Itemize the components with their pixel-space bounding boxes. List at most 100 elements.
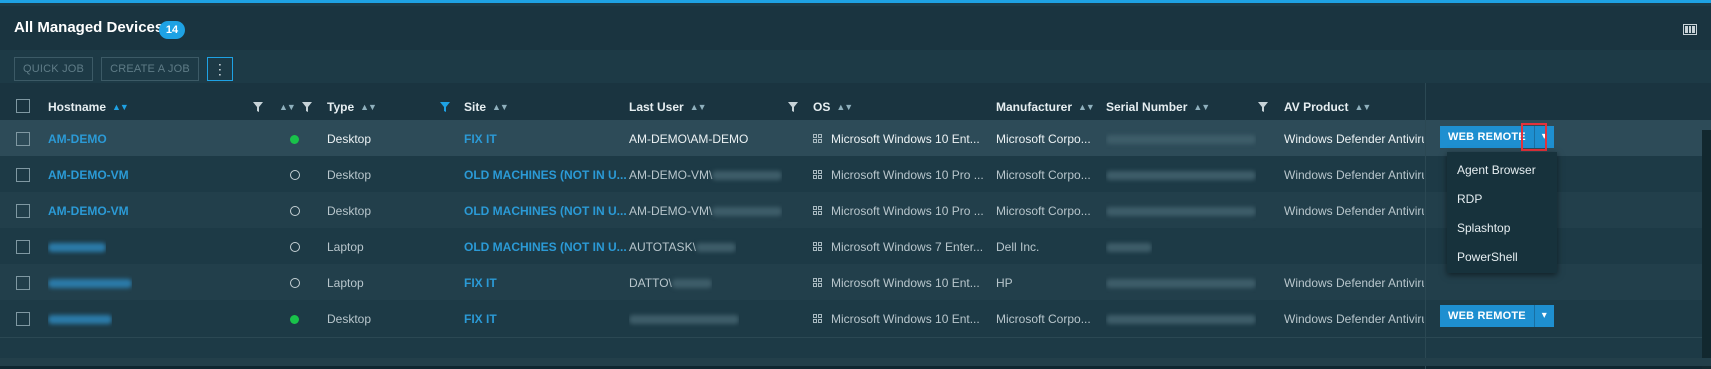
online-status-icon (290, 315, 299, 324)
web-remote-button[interactable]: WEB REMOTE (1440, 305, 1534, 327)
manufacturer-cell: Microsoft Corpo... (996, 168, 1091, 182)
av-header-label: AV Product (1284, 99, 1349, 114)
serial-cell-redacted (1106, 156, 1256, 194)
site-link[interactable]: FIX IT (464, 120, 497, 158)
os-value: Microsoft Windows 7 Enter... (831, 240, 983, 254)
menu-item-splashtop[interactable]: Splashtop (1447, 214, 1557, 243)
remote-options-dropdown: Agent Browser RDP Splashtop PowerShell (1447, 152, 1557, 273)
last-user-filter-icon[interactable] (788, 102, 798, 112)
type-header-label: Type (327, 99, 355, 114)
quick-job-button[interactable]: QUICK JOB (14, 57, 94, 81)
av-cell: Windows Defender Antiviru (1284, 168, 1424, 182)
hostname-filter-icon[interactable] (253, 102, 263, 112)
last-user-cell-redacted (629, 300, 739, 338)
os-cell: Microsoft Windows 10 Pro ... (813, 156, 983, 194)
manufacturer-cell: HP (996, 276, 1013, 290)
type-cell: Laptop (327, 240, 364, 254)
horizontal-scrollbar[interactable] (0, 358, 1711, 366)
os-cell: Microsoft Windows 7 Enter... (813, 228, 983, 266)
manufacturer-cell: Microsoft Corpo... (996, 312, 1091, 326)
serial-cell-redacted (1106, 264, 1256, 302)
last-user-value: DATTO\ (629, 276, 672, 290)
hostname-link[interactable]: AM-DEMO (48, 120, 107, 158)
sort-icon: ▲▼ (1193, 101, 1210, 112)
av-cell: Windows Defender Antiviru (1284, 312, 1424, 326)
site-link[interactable]: OLD MACHINES (NOT IN U... (464, 192, 627, 230)
menu-item-powershell[interactable]: PowerShell (1447, 243, 1557, 272)
hostname-link-redacted[interactable] (48, 264, 132, 302)
select-all-checkbox[interactable] (16, 99, 30, 113)
os-cell: Microsoft Windows 10 Ent... (813, 120, 983, 158)
site-link[interactable]: OLD MACHINES (NOT IN U... (464, 156, 627, 194)
windows-icon (813, 277, 823, 288)
hostname-link[interactable]: AM-DEMO-VM (48, 192, 129, 230)
os-value: Microsoft Windows 10 Ent... (831, 312, 980, 326)
hostname-link-redacted[interactable] (48, 300, 112, 338)
os-value: Microsoft Windows 10 Pro ... (831, 204, 983, 218)
last-user-cell: AUTOTASK\ (629, 228, 736, 266)
offline-status-icon (290, 242, 300, 252)
av-cell: Windows Defender Antiviru (1284, 276, 1424, 290)
sort-icon: ▲▼ (279, 101, 296, 112)
site-link[interactable]: OLD MACHINES (NOT IN U... (464, 228, 627, 266)
last-user-header-label: Last User (629, 99, 684, 114)
windows-icon (813, 169, 823, 180)
windows-icon (813, 205, 823, 216)
type-filter-icon[interactable] (440, 102, 450, 112)
chevron-down-icon[interactable]: ▾ (1533, 305, 1554, 327)
windows-icon (813, 133, 823, 144)
sort-icon: ▲▼ (689, 101, 707, 112)
web-remote-button[interactable]: WEB REMOTE (1440, 126, 1534, 148)
menu-item-agent-browser[interactable]: Agent Browser (1447, 156, 1557, 185)
os-cell: Microsoft Windows 10 Pro ... (813, 192, 983, 230)
site-link[interactable]: FIX IT (464, 264, 497, 302)
serial-cell-redacted (1106, 192, 1256, 230)
web-remote-split-button: WEB REMOTE ▾ (1440, 305, 1554, 327)
row-checkbox[interactable] (16, 312, 30, 326)
online-status-icon (290, 135, 299, 144)
highlight-box (1521, 123, 1547, 151)
last-user-cell: AM-DEMO-VM\ (629, 192, 783, 230)
row-checkbox[interactable] (16, 132, 30, 146)
last-user-value: AUTOTASK\ (629, 240, 696, 254)
column-chooser-icon[interactable] (1683, 24, 1697, 35)
os-cell: Microsoft Windows 10 Ent... (813, 264, 983, 302)
av-cell: Windows Defender Antiviru (1284, 204, 1424, 218)
windows-icon (813, 313, 823, 324)
serial-cell-redacted (1106, 120, 1256, 158)
toolbar: QUICK JOB CREATE A JOB ⋮ (14, 57, 233, 81)
hostname-link-redacted[interactable] (48, 228, 106, 266)
serial-cell-redacted (1106, 228, 1152, 266)
sort-icon: ▲▼ (1078, 101, 1095, 112)
vertical-scrollbar[interactable] (1702, 130, 1711, 369)
serial-filter-icon[interactable] (1258, 102, 1268, 112)
site-link[interactable]: FIX IT (464, 300, 497, 338)
offline-status-icon (290, 206, 300, 216)
os-value: Microsoft Windows 10 Ent... (831, 132, 980, 146)
row-checkbox[interactable] (16, 168, 30, 182)
devices-panel: All Managed Devices 14 QUICK JOB CREATE … (0, 0, 1711, 369)
menu-item-rdp[interactable]: RDP (1447, 185, 1557, 214)
row-checkbox[interactable] (16, 276, 30, 290)
device-count-badge: 14 (159, 21, 185, 39)
row-checkbox[interactable] (16, 240, 30, 254)
last-user-cell: DATTO\ (629, 264, 712, 302)
more-options-button[interactable]: ⋮ (206, 57, 233, 81)
os-header-label: OS (813, 99, 831, 114)
row-checkbox[interactable] (16, 204, 30, 218)
last-user-cell: AM-DEMO-VM\ (629, 156, 783, 194)
type-cell: Desktop (327, 204, 372, 218)
page-title: All Managed Devices (14, 19, 164, 36)
os-cell: Microsoft Windows 10 Ent... (813, 300, 983, 338)
panel-header: All Managed Devices 14 (0, 6, 1711, 50)
hostname-link[interactable]: AM-DEMO-VM (48, 156, 129, 194)
av-cell: Windows Defender Antiviru (1284, 132, 1424, 146)
os-value: Microsoft Windows 10 Ent... (831, 276, 980, 290)
hostname-header-label: Hostname (48, 99, 107, 114)
create-job-button[interactable]: CREATE A JOB (101, 57, 199, 81)
type-cell: Laptop (327, 276, 364, 290)
type-cell: Desktop (327, 168, 372, 182)
last-user-value: AM-DEMO-VM\ (629, 204, 713, 218)
status-filter-icon[interactable] (302, 102, 312, 112)
last-user-value: AM-DEMO-VM\ (629, 168, 713, 182)
